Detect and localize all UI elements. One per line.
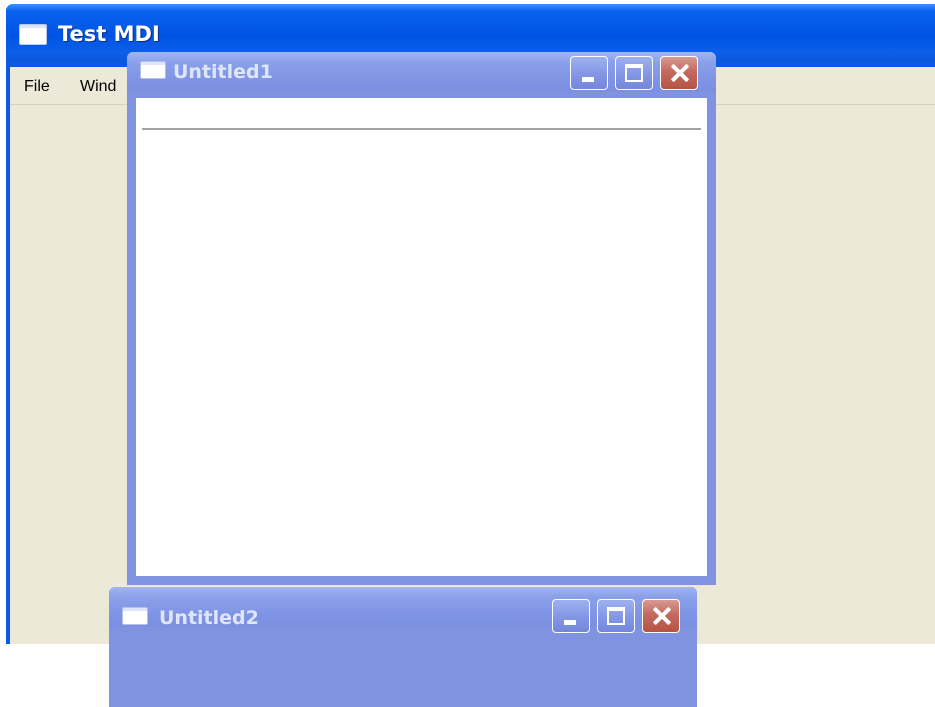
close-button[interactable] [642,599,680,633]
minimize-icon [564,620,576,625]
child-window-untitled1: Untitled1 [127,52,716,585]
separator-line [142,128,701,130]
menu-window[interactable]: Wind [80,78,116,96]
child-titlebar-untitled2[interactable]: Untitled2 [109,587,697,633]
minimize-button[interactable] [570,56,608,90]
maximize-button[interactable] [597,599,635,633]
child-window-title: Untitled1 [173,61,273,83]
main-window-title: Test MDI [58,22,160,46]
window-icon[interactable] [122,607,148,625]
child-titlebar-untitled1[interactable]: Untitled1 [127,52,716,92]
child-window-untitled2: Untitled2 [109,587,697,707]
menu-file[interactable]: File [24,78,50,96]
child-content-untitled1[interactable] [136,98,707,576]
minimize-icon [582,77,594,82]
close-icon [661,57,697,89]
close-icon [643,600,679,632]
minimize-button[interactable] [552,599,590,633]
maximize-icon [607,607,625,625]
close-button[interactable] [660,56,698,90]
maximize-button[interactable] [615,56,653,90]
window-icon[interactable] [19,24,47,45]
window-icon[interactable] [140,61,166,79]
maximize-icon [625,64,643,82]
